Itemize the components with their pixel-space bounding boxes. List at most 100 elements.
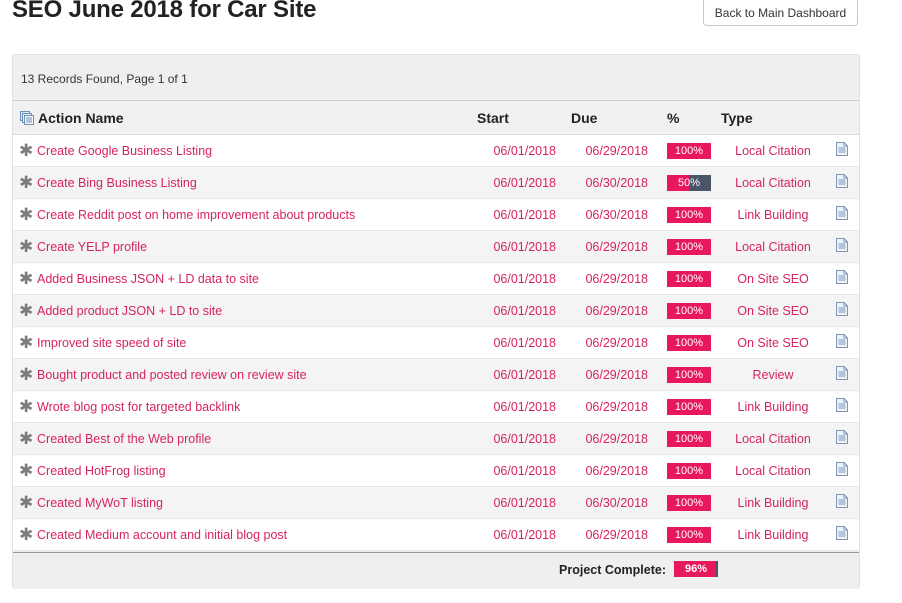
action-link[interactable]: Created Medium account and initial blog … [37, 528, 287, 542]
due-date: 06/29/2018 [585, 335, 648, 350]
action-cell: ✱ Improved site speed of site [13, 326, 477, 359]
due-date-cell: 06/29/2018 [571, 326, 667, 359]
start-date: 06/01/2018 [493, 239, 556, 254]
gear-icon[interactable]: ✱ [19, 206, 33, 223]
action-link[interactable]: Create YELP profile [37, 240, 147, 254]
header-start: Start [477, 100, 571, 135]
doc-cell [825, 422, 859, 455]
type-cell: Local Citation [721, 422, 825, 455]
type-cell: Local Citation [721, 230, 825, 263]
percent-cell: 100% [667, 454, 721, 487]
table-row: ✱ Improved site speed of site 06/01/2018 06… [13, 326, 859, 359]
gear-icon[interactable]: ✱ [19, 142, 33, 159]
start-date-cell: 06/01/2018 [477, 518, 571, 551]
action-link[interactable]: Create Reddit post on home improvement a… [37, 208, 355, 222]
header-action-name: Action Name [13, 100, 477, 135]
document-icon[interactable] [836, 430, 848, 447]
start-date: 06/01/2018 [493, 495, 556, 510]
gear-icon[interactable]: ✱ [19, 366, 33, 383]
project-complete-bar: 96% [674, 561, 718, 577]
document-icon[interactable] [836, 398, 848, 415]
document-icon[interactable] [836, 366, 848, 383]
gear-icon[interactable]: ✱ [19, 398, 33, 415]
table-row: ✱ Added product JSON + LD to site 06/01/20… [13, 294, 859, 327]
due-date-cell: 06/29/2018 [571, 358, 667, 391]
doc-cell [825, 134, 859, 167]
actions-table: Action Name Start Due % Type ✱ Create Goo… [13, 100, 859, 551]
document-icon[interactable] [836, 334, 848, 351]
document-icon[interactable] [836, 494, 848, 511]
due-date-cell: 06/29/2018 [571, 230, 667, 263]
progress-value: 100% [674, 528, 704, 541]
action-link[interactable]: Created Best of the Web profile [37, 432, 211, 446]
action-link[interactable]: Improved site speed of site [37, 336, 186, 350]
doc-cell [825, 454, 859, 487]
start-date: 06/01/2018 [493, 143, 556, 158]
due-date-cell: 06/30/2018 [571, 166, 667, 199]
due-date: 06/29/2018 [585, 527, 648, 542]
due-date: 06/29/2018 [585, 143, 648, 158]
type-cell: Link Building [721, 518, 825, 551]
gear-icon[interactable]: ✱ [19, 430, 33, 447]
progress-bar: 100% [667, 334, 711, 351]
gear-icon[interactable]: ✱ [19, 494, 33, 511]
start-date-cell: 06/01/2018 [477, 230, 571, 263]
gear-icon[interactable]: ✱ [19, 238, 33, 255]
progress-bar: 100% [667, 142, 711, 159]
document-icon[interactable] [836, 142, 848, 159]
action-link[interactable]: Created HotFrog listing [37, 464, 166, 478]
table-row: ✱ Created MyWoT listing 06/01/2018 06/30/20… [13, 486, 859, 519]
document-icon[interactable] [836, 174, 848, 191]
doc-cell [825, 230, 859, 263]
doc-cell [825, 294, 859, 327]
start-date: 06/01/2018 [493, 207, 556, 222]
back-to-dashboard-button[interactable]: Back to Main Dashboard [703, 0, 858, 26]
page-title: SEO June 2018 for Car Site [12, 0, 317, 23]
action-link[interactable]: Create Bing Business Listing [37, 176, 197, 190]
progress-bar: 100% [667, 462, 711, 479]
table-row: ✱ Added Business JSON + LD data to site 06… [13, 262, 859, 295]
table-row: ✱ Bought product and posted review on rev… [13, 358, 859, 391]
percent-cell: 100% [667, 390, 721, 423]
start-date-cell: 06/01/2018 [477, 326, 571, 359]
due-date: 06/30/2018 [585, 207, 648, 222]
action-cell: ✱ Bought product and posted review on rev… [13, 358, 477, 391]
gear-icon[interactable]: ✱ [19, 270, 33, 287]
header-percent: % [667, 100, 721, 135]
percent-cell: 100% [667, 422, 721, 455]
action-cell: ✱ Created Medium account and initial blog… [13, 518, 477, 551]
table-row: ✱ Create Bing Business Listing 06/01/2018 0… [13, 166, 859, 199]
gear-icon[interactable]: ✱ [19, 174, 33, 191]
progress-value: 100% [674, 432, 704, 445]
gear-icon[interactable]: ✱ [19, 334, 33, 351]
start-date: 06/01/2018 [493, 303, 556, 318]
start-date-cell: 06/01/2018 [477, 294, 571, 327]
action-link[interactable]: Bought product and posted review on revi… [37, 368, 307, 382]
action-link[interactable]: Added Business JSON + LD data to site [37, 272, 259, 286]
action-link[interactable]: Added product JSON + LD to site [37, 304, 222, 318]
start-date-cell: 06/01/2018 [477, 262, 571, 295]
type-cell: Local Citation [721, 166, 825, 199]
action-link[interactable]: Wrote blog post for targeted backlink [37, 400, 240, 414]
gear-icon[interactable]: ✱ [19, 462, 33, 479]
due-date-cell: 06/29/2018 [571, 134, 667, 167]
start-date-cell: 06/01/2018 [477, 422, 571, 455]
doc-cell [825, 390, 859, 423]
due-date-cell: 06/29/2018 [571, 294, 667, 327]
gear-icon[interactable]: ✱ [19, 526, 33, 543]
document-icon[interactable] [836, 526, 848, 543]
document-icon[interactable] [836, 270, 848, 287]
action-link[interactable]: Created MyWoT listing [37, 496, 163, 510]
document-icon[interactable] [836, 302, 848, 319]
due-date-cell: 06/29/2018 [571, 422, 667, 455]
due-date: 06/29/2018 [585, 431, 648, 446]
start-date-cell: 06/01/2018 [477, 358, 571, 391]
document-icon[interactable] [836, 238, 848, 255]
doc-cell [825, 262, 859, 295]
document-icon[interactable] [836, 462, 848, 479]
due-date-cell: 06/29/2018 [571, 262, 667, 295]
document-icon[interactable] [836, 206, 848, 223]
action-cell: ✱ Created HotFrog listing [13, 454, 477, 487]
gear-icon[interactable]: ✱ [19, 302, 33, 319]
action-link[interactable]: Create Google Business Listing [37, 144, 212, 158]
